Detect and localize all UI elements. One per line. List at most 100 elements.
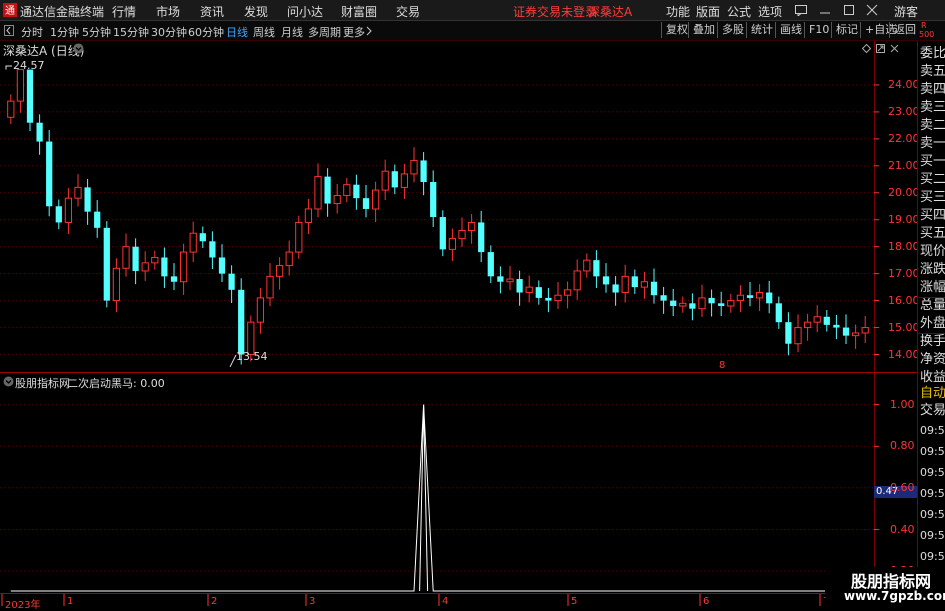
candle-body-up bbox=[621, 275, 629, 294]
candle-body-up bbox=[727, 300, 735, 307]
quote-label-11: 现价 bbox=[920, 244, 945, 259]
quote-label-14: 总量 bbox=[920, 298, 945, 313]
quote-divider bbox=[918, 297, 945, 298]
indicator-spike bbox=[419, 404, 429, 592]
candle-body-down bbox=[170, 276, 178, 282]
candle-body-up bbox=[285, 251, 293, 267]
candle-body-down bbox=[391, 171, 398, 188]
corner-r: R bbox=[921, 21, 927, 30]
candle-body-up bbox=[141, 262, 149, 272]
main-y-tick: 21.00 bbox=[888, 158, 920, 172]
candle-body-up bbox=[151, 256, 159, 264]
trade-time: 09:55 bbox=[920, 529, 945, 542]
auto-label[interactable]: 自动 bbox=[920, 387, 945, 400]
candle-body-down bbox=[631, 276, 638, 288]
candle-body-down bbox=[612, 284, 619, 293]
candle-body-up bbox=[410, 159, 418, 175]
quote-label-18: 收益 bbox=[920, 370, 945, 385]
candle-body-up bbox=[179, 251, 188, 283]
candle-body-down bbox=[353, 184, 360, 199]
candle-body-down bbox=[55, 206, 62, 223]
candle-body-up bbox=[813, 316, 821, 323]
close-pane-icon[interactable] bbox=[890, 44, 899, 53]
candle-body-up bbox=[794, 327, 802, 345]
x-tick-label: 3 bbox=[309, 596, 316, 607]
candle-body-up bbox=[679, 302, 687, 307]
candle-body-down bbox=[593, 260, 600, 277]
candle-body-down bbox=[746, 295, 754, 298]
quote-label-5: 卖一 bbox=[920, 136, 945, 151]
expand-icon[interactable] bbox=[876, 44, 885, 53]
diamond-icon[interactable] bbox=[862, 44, 871, 53]
candle-body-down bbox=[430, 182, 437, 218]
candle-body-up bbox=[467, 221, 476, 232]
event-marker[interactable]: 8 bbox=[719, 360, 725, 371]
quote-panel: 委比 卖五 卖四 卖三 卖二 卖一 买一 买二 买三 买四 买五 现价 涨跌 涨幅 总量 外盘 换手 净资 收益 自… bbox=[917, 41, 945, 609]
candle-body-down bbox=[689, 303, 696, 309]
candle-body-down bbox=[439, 217, 446, 250]
candle-body-down bbox=[228, 273, 235, 290]
candle-body-down bbox=[478, 222, 485, 253]
candle-body-up bbox=[314, 176, 322, 210]
main-y-tick: 19.00 bbox=[888, 212, 920, 226]
low-label: 13.54 bbox=[236, 350, 268, 363]
quote-label-6: 买一 bbox=[920, 154, 945, 169]
candle-body-down bbox=[199, 233, 206, 242]
candle-body-down bbox=[718, 303, 725, 306]
candle-body-up bbox=[458, 230, 466, 240]
candle-body-down bbox=[842, 327, 850, 336]
candle-body-up bbox=[16, 69, 25, 102]
candle-body-down bbox=[545, 297, 552, 301]
quote-label-3: 卖三 bbox=[920, 100, 945, 115]
x-tick-label: 6 bbox=[703, 596, 710, 607]
candle-body-down bbox=[833, 324, 840, 328]
candle-body-up bbox=[554, 294, 562, 302]
candle-body-up bbox=[448, 238, 457, 250]
sub-chart-title: 股朋指标网 bbox=[15, 377, 70, 390]
trade-label[interactable]: 交易 bbox=[920, 404, 945, 417]
candle-body-down bbox=[238, 289, 245, 355]
chevron-down-icon[interactable] bbox=[3, 376, 14, 387]
main-y-tick: 20.00 bbox=[888, 185, 920, 199]
candle-body-up bbox=[304, 208, 313, 223]
quote-label-12: 涨跌 bbox=[920, 262, 945, 277]
candle-body-down bbox=[785, 322, 792, 344]
candle-body-down bbox=[535, 287, 542, 298]
chevron-down-icon[interactable] bbox=[73, 43, 84, 54]
candle-body-up bbox=[7, 100, 15, 118]
candle-body-down bbox=[209, 241, 216, 258]
chart-area[interactable] bbox=[0, 0, 917, 609]
candle-body-up bbox=[573, 270, 581, 291]
sub-y-tick: 0.40 bbox=[890, 522, 915, 536]
candle-body-down bbox=[670, 300, 677, 306]
candle-body-down bbox=[84, 187, 91, 212]
candle-body-down bbox=[516, 279, 523, 293]
high-label: 24.57 bbox=[13, 59, 45, 72]
candle-body-down bbox=[487, 252, 494, 277]
trade-time: 09:55 bbox=[920, 445, 945, 458]
candle-body-up bbox=[640, 281, 649, 288]
candle-body-up bbox=[343, 184, 351, 196]
candle-body-up bbox=[803, 321, 812, 329]
candle-body-down bbox=[362, 198, 370, 209]
quote-label-9: 买四 bbox=[920, 208, 945, 223]
candle-body-up bbox=[851, 332, 860, 337]
candle-body-down bbox=[324, 176, 331, 204]
indicator-label: 二次启动黑马: 0.00 bbox=[67, 377, 165, 390]
main-y-tick: 22.00 bbox=[888, 131, 920, 145]
corner-500: 500 bbox=[919, 30, 935, 39]
quote-label-4: 卖二 bbox=[920, 118, 945, 133]
quote-label-2: 卖四 bbox=[920, 82, 945, 97]
candle-body-up bbox=[64, 197, 73, 223]
candle-body-up bbox=[371, 189, 380, 210]
candle-body-down bbox=[708, 297, 715, 304]
trade-time: 09:55 bbox=[920, 466, 945, 479]
candle-body-up bbox=[122, 246, 130, 269]
quote-label-7: 买二 bbox=[920, 172, 945, 187]
high-pointer bbox=[5, 65, 12, 70]
main-y-tick: 24.00 bbox=[888, 77, 920, 91]
main-y-tick: 18.00 bbox=[888, 239, 920, 253]
x-tick-label: 5 bbox=[571, 596, 578, 607]
candle-body-up bbox=[256, 297, 265, 323]
candle-body-up bbox=[266, 275, 274, 299]
